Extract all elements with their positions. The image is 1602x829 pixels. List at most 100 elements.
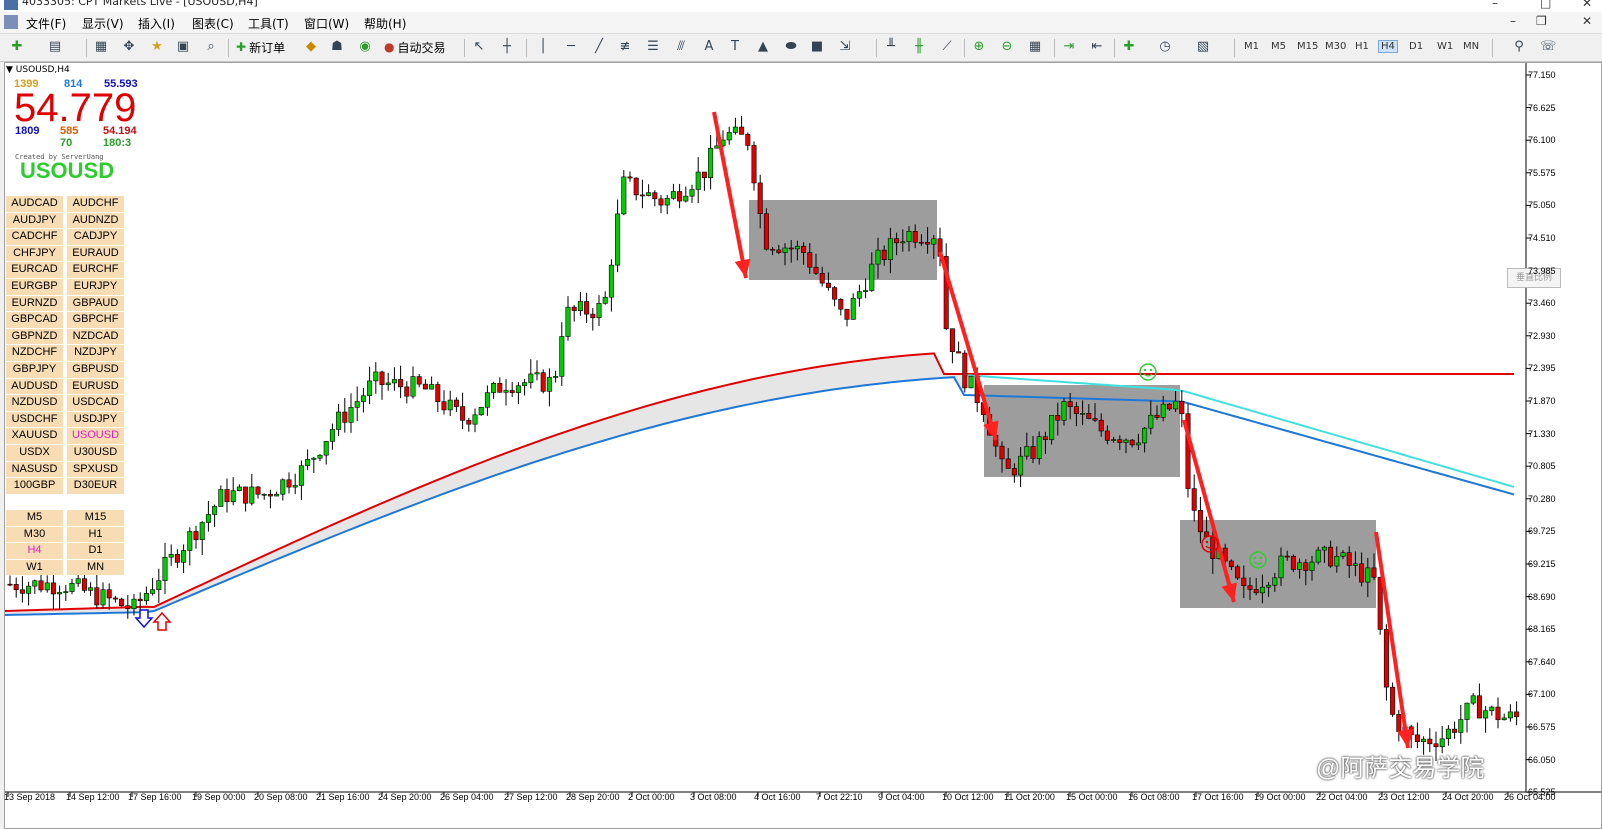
menu-tools[interactable]: 工具(T) [248, 15, 289, 32]
profiles-icon[interactable]: ▤ [48, 40, 62, 54]
symbol-button-audjpy[interactable]: AUDJPY [6, 212, 63, 229]
cursor-icon[interactable]: ↖ [472, 40, 486, 54]
tf-w1[interactable]: W1 [1434, 40, 1456, 53]
symbol-button-nzdjpy[interactable]: NZDJPY [67, 345, 124, 361]
symbol-button-eurnzd[interactable]: EURNZD [6, 295, 63, 312]
autoscroll-icon[interactable]: ⇥ [1062, 40, 1076, 54]
price-chart[interactable] [4, 62, 1602, 829]
symbol-button-usdcad[interactable]: USDCAD [67, 395, 124, 411]
symbol-button-gbpcad[interactable]: GBPCAD [6, 312, 63, 328]
symbol-button-usousd[interactable]: USOUSD [67, 428, 124, 444]
data-window-icon[interactable]: ✥ [122, 40, 136, 54]
candlestick-icon[interactable]: ╫ [912, 40, 926, 54]
symbol-button-100gbp[interactable]: 100GBP [6, 478, 63, 494]
timeframe-button-m15[interactable]: M15 [67, 510, 124, 526]
symbol-button-chfjpy[interactable]: CHFJPY [6, 245, 63, 262]
new-chart-icon[interactable]: ✚ [10, 40, 24, 54]
search-icon[interactable]: ⚲ [1512, 40, 1526, 54]
periods-icon[interactable]: ◷ [1158, 40, 1172, 54]
crosshair-icon[interactable]: ┼ [500, 40, 514, 54]
equidistant-channel-icon[interactable]: ≢ [618, 40, 632, 54]
symbol-button-audnzd[interactable]: AUDNZD [67, 212, 124, 229]
text-label-icon[interactable]: T [728, 40, 742, 54]
symbol-button-audcad[interactable]: AUDCAD [6, 196, 63, 212]
triangle-icon[interactable]: ▲ [756, 40, 770, 54]
timeframe-button-d1[interactable]: D1 [67, 543, 124, 559]
chart-shift-icon[interactable]: ⇤ [1090, 40, 1104, 54]
symbol-button-usdchf[interactable]: USDCHF [6, 411, 63, 428]
maximize-icon[interactable]: □ [1540, 0, 1551, 10]
tf-m15[interactable]: M15 [1294, 40, 1321, 53]
symbol-button-usdjpy[interactable]: USDJPY [67, 411, 124, 428]
trendline-icon[interactable]: ╱ [592, 40, 606, 54]
line-chart-icon[interactable]: ⟋ [940, 40, 954, 54]
rectangle-icon[interactable]: ■ [810, 40, 824, 54]
tf-mn[interactable]: MN [1460, 40, 1482, 53]
new-order-button[interactable]: ✚ 新订单 [236, 38, 285, 56]
symbol-button-spxusd[interactable]: SPXUSD [67, 461, 124, 478]
symbol-button-nzdchf[interactable]: NZDCHF [6, 345, 63, 361]
fibonacci-icon[interactable]: ☰ [646, 40, 660, 54]
symbol-button-eurjpy[interactable]: EURJPY [67, 278, 124, 295]
symbol-button-audchf[interactable]: AUDCHF [67, 196, 124, 212]
menu-file[interactable]: 文件(F) [26, 15, 66, 32]
timeframe-button-m5[interactable]: M5 [6, 510, 63, 526]
symbol-button-usdx[interactable]: USDX [6, 444, 63, 461]
zoom-in-icon[interactable]: ⊕ [972, 40, 986, 54]
strategy-tester-icon[interactable]: ⌕ [204, 40, 218, 54]
terminal-icon[interactable]: ▣ [176, 40, 190, 54]
symbol-button-d30eur[interactable]: D30EUR [67, 478, 124, 494]
indicators-icon[interactable]: ✚ [1122, 40, 1136, 54]
mdi-minimize-icon[interactable]: – [1510, 14, 1516, 28]
tf-m5[interactable]: M5 [1268, 40, 1289, 53]
symbol-button-cadchf[interactable]: CADCHF [6, 229, 63, 245]
close-icon[interactable]: ✕ [1582, 0, 1592, 10]
mdi-close-icon[interactable]: ✕ [1582, 14, 1592, 28]
symbol-button-euraud[interactable]: EURAUD [67, 245, 124, 262]
minimize-icon[interactable]: – [1492, 0, 1498, 10]
symbol-button-xauusd[interactable]: XAUUSD [6, 428, 63, 444]
symbol-button-gbpchf[interactable]: GBPCHF [67, 312, 124, 328]
tf-h4[interactable]: H4 [1378, 40, 1398, 53]
ellipse-icon[interactable]: ⬬ [784, 40, 798, 54]
horizontal-line-icon[interactable]: ─ [564, 40, 578, 54]
timeframe-button-w1[interactable]: W1 [6, 559, 63, 576]
chat-icon[interactable]: ☏ [1540, 40, 1556, 54]
bar-chart-icon[interactable]: ╨ [884, 40, 898, 54]
symbol-button-eurgbp[interactable]: EURGBP [6, 278, 63, 295]
timeframe-button-h1[interactable]: H1 [67, 526, 124, 543]
templates-icon[interactable]: ▧ [1196, 40, 1210, 54]
symbol-button-eurusd[interactable]: EURUSD [67, 378, 124, 395]
menu-window[interactable]: 窗口(W) [304, 15, 349, 32]
menu-help[interactable]: 帮助(H) [364, 15, 406, 32]
timeframe-button-m30[interactable]: M30 [6, 526, 63, 543]
symbol-button-gbpaud[interactable]: GBPAUD [67, 295, 124, 312]
tf-d1[interactable]: D1 [1406, 40, 1426, 53]
tf-m30[interactable]: M30 [1322, 40, 1349, 53]
chart-area[interactable] [4, 62, 1602, 829]
symbol-button-nzdusd[interactable]: NZDUSD [6, 395, 63, 411]
symbol-button-u30usd[interactable]: U30USD [67, 444, 124, 461]
metaeditor-icon[interactable]: ◆ [304, 40, 318, 54]
symbol-button-eurcad[interactable]: EURCAD [6, 262, 63, 278]
fibonacci-fan-icon[interactable]: ⫻ [674, 40, 688, 54]
zoom-out-icon[interactable]: ⊖ [1000, 40, 1014, 54]
tf-h1[interactable]: H1 [1352, 40, 1372, 53]
symbol-button-audusd[interactable]: AUDUSD [6, 378, 63, 395]
symbol-button-gbpnzd[interactable]: GBPNZD [6, 328, 63, 345]
market-watch-icon[interactable]: ▦ [94, 40, 108, 54]
menu-chart[interactable]: 图表(C) [192, 15, 234, 32]
symbol-button-nasusd[interactable]: NASUSD [6, 461, 63, 478]
tf-m1[interactable]: M1 [1241, 40, 1262, 53]
navigator-icon[interactable]: ★ [150, 40, 164, 54]
symbol-button-nzdcad[interactable]: NZDCAD [67, 328, 124, 345]
symbol-button-gbpusd[interactable]: GBPUSD [67, 361, 124, 378]
market-icon[interactable]: ◉ [358, 40, 372, 54]
timeframe-button-h4[interactable]: H4 [6, 543, 63, 559]
timeframe-button-mn[interactable]: MN [67, 559, 124, 576]
arrows-icon[interactable]: ⇲ [838, 40, 852, 54]
signals-icon[interactable]: ☗ [330, 40, 344, 54]
mdi-restore-icon[interactable]: ❐ [1536, 14, 1547, 28]
auto-trade-button[interactable]: ● 自动交易 [384, 38, 446, 56]
vertical-line-icon[interactable]: │ [536, 40, 550, 54]
